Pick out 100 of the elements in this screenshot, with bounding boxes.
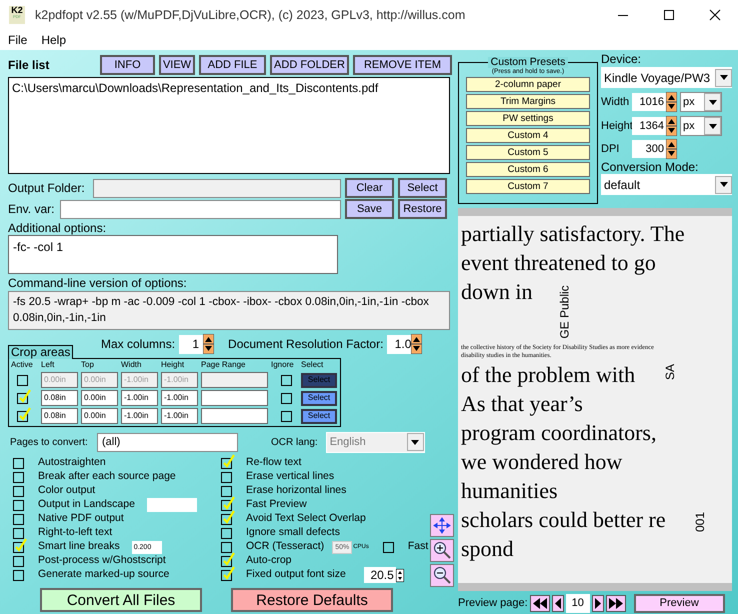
presets-title: Custom Presets <box>488 57 568 68</box>
preset-button[interactable]: Custom 6 <box>466 162 590 177</box>
crop-field[interactable]: -1.00in <box>121 408 158 424</box>
ocr-lang-label: OCR lang: <box>271 436 318 450</box>
checkbox[interactable] <box>382 542 394 552</box>
checkbox[interactable] <box>13 500 24 510</box>
unit-dropdown[interactable]: px <box>680 116 722 136</box>
crop-field[interactable]: -1.00in <box>161 390 198 406</box>
page-range-field[interactable] <box>201 408 268 424</box>
checkbox[interactable] <box>281 410 292 422</box>
env-var-label: Env. var: <box>8 201 56 218</box>
toolbar-button[interactable]: VIEW <box>159 55 195 75</box>
pages-field[interactable]: (all) <box>97 432 238 452</box>
crop-field[interactable]: 0.00in <box>81 408 118 424</box>
width-label: Width <box>601 94 630 110</box>
option-field[interactable] <box>146 498 197 512</box>
toolbar-button[interactable]: REMOVE ITEM <box>353 55 452 75</box>
option-label: Re-flow text <box>246 455 302 470</box>
command-line-field: -fs 20.5 -wrap+ -bp m -ac -0.009 -col 1 -cbox- -ibox- -cbox 0.08in,0in,-1in,-1in -cbox 0.08in,0in,-1in,-1in <box>8 291 450 330</box>
width-field[interactable]: 1016 <box>632 93 666 111</box>
crop-field[interactable]: -1.00in <box>121 390 158 406</box>
preset-button[interactable]: Custom 7 <box>466 179 590 194</box>
resolution-label: Document Resolution Factor: <box>228 336 384 353</box>
spinner-icon[interactable] <box>666 116 677 136</box>
checkbox[interactable] <box>221 486 232 496</box>
crop-field[interactable]: 0.00in <box>81 390 118 406</box>
spinner-icon[interactable] <box>666 139 677 159</box>
additional-options-field[interactable]: -fc- -col 1 <box>8 235 338 274</box>
column-header: Width <box>121 359 142 371</box>
checkbox[interactable] <box>221 528 232 538</box>
checkbox[interactable] <box>221 542 232 552</box>
checkbox[interactable] <box>13 570 24 580</box>
command-line-label: Command-line version of options: <box>8 276 188 291</box>
file-list-item[interactable]: C:\Users\marcu\Downloads\Representation_and_Its_Discontents.pdf <box>12 81 446 95</box>
checkbox[interactable] <box>13 472 24 482</box>
zoom-in-icon[interactable] <box>430 539 454 562</box>
checkbox[interactable] <box>281 392 292 404</box>
dpi-field[interactable]: 300 <box>632 140 666 158</box>
preset-button[interactable]: Trim Margins <box>466 94 590 109</box>
menu-item[interactable]: Help <box>41 31 66 49</box>
height-field[interactable]: 1364 <box>632 117 666 135</box>
pan-icon[interactable] <box>430 514 454 537</box>
first-page-icon[interactable] <box>530 595 550 612</box>
spinner-icon[interactable] <box>666 92 677 112</box>
file-list[interactable]: C:\Users\marcu\Downloads\Representation_and_Its_Discontents.pdf <box>8 77 450 174</box>
crop-field[interactable]: -1.00in <box>161 408 198 424</box>
preset-button[interactable]: 2-column paper <box>466 77 590 92</box>
convert-button[interactable]: Convert All Files <box>40 588 202 612</box>
checkbox[interactable] <box>13 486 24 496</box>
save-button[interactable]: Save <box>345 199 394 219</box>
checkbox[interactable] <box>13 514 24 524</box>
zoom-out-icon[interactable] <box>430 564 454 587</box>
resolution-field[interactable]: 1.0 <box>387 334 412 354</box>
toolbar-button[interactable]: ADD FILE <box>199 55 266 75</box>
conversion-mode-dropdown[interactable]: default <box>601 174 732 195</box>
toolbar-button[interactable]: ADD FOLDER <box>270 55 349 75</box>
max-columns-field[interactable]: 1 <box>179 334 204 354</box>
crop-field[interactable]: 0.08in <box>41 408 78 424</box>
select-button[interactable]: Select <box>398 178 447 198</box>
checkbox[interactable] <box>221 472 232 482</box>
output-folder-field[interactable] <box>93 178 341 198</box>
option-label: Smart line breaks <box>38 539 120 554</box>
option-label: Native PDF output <box>38 511 124 526</box>
page-range-field[interactable] <box>201 372 268 388</box>
preset-button[interactable]: Custom 4 <box>466 128 590 143</box>
next-page-icon[interactable] <box>592 595 604 612</box>
previous-page-icon[interactable] <box>552 595 564 612</box>
checkbox[interactable] <box>13 556 24 566</box>
spinner-icon[interactable] <box>203 334 214 354</box>
restore-defaults-button[interactable]: Restore Defaults <box>231 588 393 612</box>
menu-item[interactable]: File <box>8 31 28 49</box>
device-dropdown[interactable]: Kindle Voyage/PW3 <box>601 67 732 88</box>
checkbox[interactable] <box>13 458 24 468</box>
column-header: Ignore <box>271 359 295 371</box>
restore-button[interactable]: Restore <box>398 199 447 219</box>
clear-button[interactable]: Clear <box>345 178 394 198</box>
spinner-icon[interactable] <box>411 334 422 354</box>
option-label: Color output <box>38 483 96 498</box>
page-number-field[interactable]: 10 <box>566 594 590 613</box>
unit-dropdown[interactable]: px <box>680 92 722 112</box>
dpi-label: DPI <box>601 142 620 157</box>
column-header: Page Range <box>201 359 246 371</box>
select-button[interactable]: Select <box>301 408 337 424</box>
column-header: Left <box>41 359 56 371</box>
preview-text-line: event threatened to go <box>461 249 656 277</box>
option-label: OCR (Tesseract) <box>246 539 324 554</box>
preset-button[interactable]: PW settings <box>466 111 590 126</box>
option-label: Fixed output font size <box>246 567 346 582</box>
env-var-field[interactable] <box>60 200 341 218</box>
toolbar-button[interactable]: INFO <box>100 55 155 75</box>
checkbox[interactable] <box>281 374 292 386</box>
last-page-icon[interactable] <box>606 595 626 612</box>
crop-field[interactable]: 0.08in <box>41 390 78 406</box>
page-range-field[interactable] <box>201 390 268 406</box>
preview-button[interactable]: Preview <box>634 594 725 613</box>
checkbox[interactable] <box>17 374 28 386</box>
height-label: Height <box>601 118 632 134</box>
select-button[interactable]: Select <box>301 390 337 406</box>
preset-button[interactable]: Custom 5 <box>466 145 590 160</box>
checkbox[interactable] <box>13 528 24 538</box>
